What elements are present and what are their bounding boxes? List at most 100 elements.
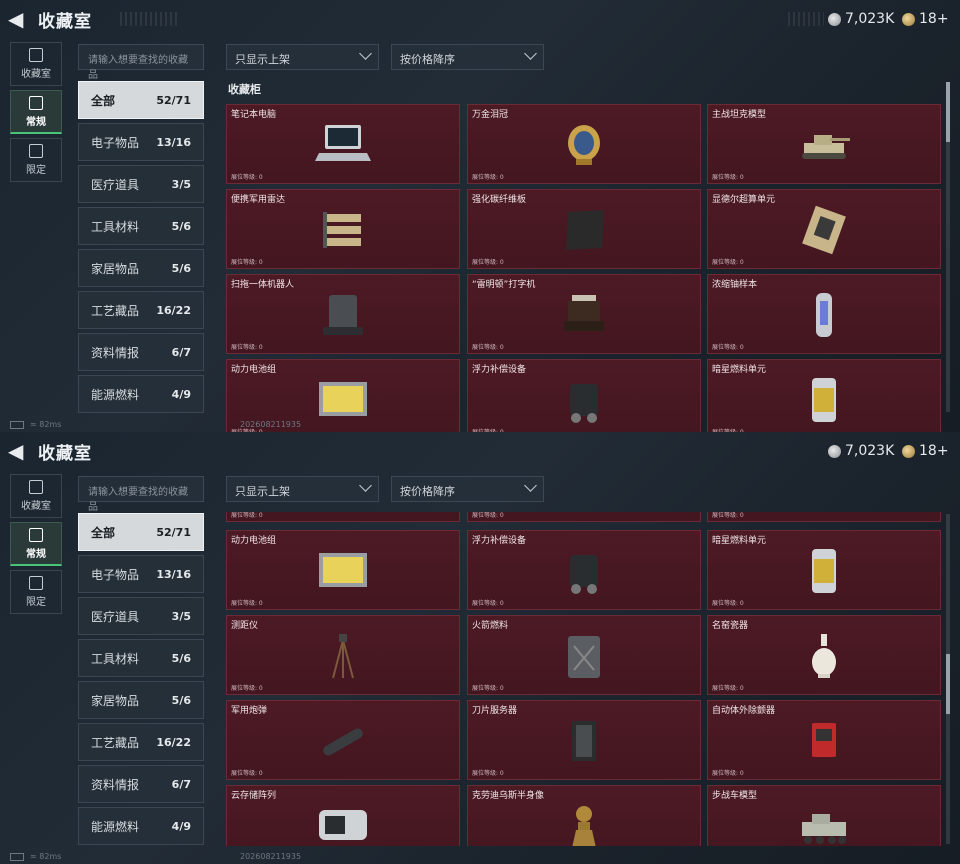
item-card[interactable]: 刀片服务器 展位等级: 0 [467, 700, 701, 780]
back-button[interactable]: ◀ [8, 8, 30, 30]
jerrycan-icon [552, 630, 616, 686]
gold-amount: 18+ [919, 11, 949, 27]
wifi-icon: ≈ [30, 852, 40, 861]
category-label: 能源燃料 [91, 819, 140, 834]
defibrillator-icon [792, 715, 856, 771]
category-label: 家居物品 [91, 693, 140, 708]
back-button[interactable]: ◀ [8, 440, 30, 462]
item-card[interactable]: 强化碳纤维板 展位等级: 0 [467, 189, 701, 269]
top-bar: ◀ 收藏室 7,023K 18+ [0, 432, 960, 470]
category-label: 工具材料 [91, 651, 140, 666]
tab-limited[interactable]: 限定 [10, 138, 62, 182]
category-electronics[interactable]: 电子物品 13/16 [78, 555, 204, 593]
category-crafts[interactable]: 工艺藏品 16/22 [78, 723, 204, 761]
category-medical[interactable]: 医疗道具 3/5 [78, 165, 204, 203]
category-label: 电子物品 [91, 135, 140, 150]
scroll-thumb[interactable] [946, 82, 950, 142]
item-card-partial[interactable]: 展位等级: 0 [707, 512, 941, 522]
display-level: 展位等级: 0 [712, 685, 744, 692]
tab-label: 收藏室 [21, 501, 51, 512]
item-card[interactable]: 浮力补偿设备展位等级: 0 [467, 530, 701, 610]
category-count: 13/16 [156, 135, 191, 149]
item-card[interactable]: 克劳迪乌斯半身像展位等级: 0 [467, 785, 701, 846]
category-tools[interactable]: 工具材料 5/6 [78, 207, 204, 245]
display-level: 展位等级: 0 [712, 770, 744, 777]
category-intel[interactable]: 资料情报 6/7 [78, 333, 204, 371]
item-card[interactable]: 万金泪冠 展位等级: 0 [467, 104, 701, 184]
category-fuel[interactable]: 能源燃料 4/9 [78, 375, 204, 413]
display-level: 展位等级: 0 [231, 259, 263, 266]
tab-collection-room[interactable]: 收藏室 [10, 474, 62, 518]
item-card[interactable]: 便携军用雷达 展位等级: 0 [226, 189, 460, 269]
item-card[interactable]: 步战车模型展位等级: 0 [707, 785, 941, 846]
category-intel[interactable]: 资料情报 6/7 [78, 765, 204, 803]
shelf-filter-dropdown[interactable]: 只显示上架 [226, 44, 379, 70]
category-crafts[interactable]: 工艺藏品 16/22 [78, 291, 204, 329]
gold-currency: 18+ [902, 9, 949, 29]
item-card[interactable]: 自动体外除颤器 展位等级: 0 [707, 700, 941, 780]
item-card[interactable]: 暗星燃料单元展位等级: 0 [707, 530, 941, 610]
category-list: 全部 52/71 电子物品 13/16 医疗道具 3/5 工具材料 5/6 家居物品 5/… [78, 81, 204, 417]
jeweled-egg-icon [552, 119, 616, 175]
item-card[interactable]: “雷明顿”打字机 展位等级: 0 [467, 274, 701, 354]
sort-dropdown[interactable]: 按价格降序 [391, 44, 544, 70]
category-electronics[interactable]: 电子物品 13/16 [78, 123, 204, 161]
silver-amount: 7,023K [845, 11, 895, 27]
display-level: 展位等级: 0 [472, 174, 504, 181]
item-card[interactable]: 笔记本电脑 展位等级: 0 [226, 104, 460, 184]
item-card-partial[interactable]: 展位等级: 0 [226, 512, 460, 522]
item-card[interactable]: 名窑瓷器 展位等级: 0 [707, 615, 941, 695]
category-label: 电子物品 [91, 567, 140, 582]
category-tools[interactable]: 工具材料 5/6 [78, 639, 204, 677]
sort-dropdown[interactable]: 按价格降序 [391, 476, 544, 502]
item-card[interactable]: 浓缩铀样本 展位等级: 0 [707, 274, 941, 354]
item-card[interactable]: 军用炮弹 展位等级: 0 [226, 700, 460, 780]
category-medical[interactable]: 医疗道具 3/5 [78, 597, 204, 635]
shelf-filter-value: 只显示上架 [235, 53, 290, 66]
category-all[interactable]: 全部 52/71 [78, 81, 204, 119]
category-label: 工艺藏品 [91, 303, 140, 318]
rangefinder-icon [311, 630, 375, 686]
item-card[interactable]: 云存储阵列展位等级: 0 [226, 785, 460, 846]
status-bar: ≈ 82ms 2026082119​35 [0, 850, 960, 864]
category-label: 医疗道具 [91, 609, 140, 624]
scroll-thumb[interactable] [946, 654, 950, 714]
scrollbar[interactable] [946, 514, 950, 844]
category-count: 4/9 [171, 387, 191, 401]
display-level: 展位等级: 0 [472, 600, 504, 607]
category-count: 6/7 [171, 777, 191, 791]
category-label: 家居物品 [91, 261, 140, 276]
item-name: 火箭燃料 [472, 621, 509, 631]
item-card[interactable]: 动力电池组展位等级: 0 [226, 530, 460, 610]
gold-amount: 18+ [919, 443, 949, 459]
item-grid: 笔记本电脑 展位等级: 0 万金泪冠 展位等级: 0 主战坦克模型 展位等级: 0 便携军用… [226, 104, 942, 432]
tab-label: 限定 [26, 165, 46, 176]
search-input[interactable]: 请输入想要查找的收藏品 [78, 44, 204, 81]
display-level: 展位等级: 0 [712, 259, 744, 266]
category-fuel[interactable]: 能源燃料 4/9 [78, 807, 204, 845]
category-all[interactable]: 全部 52/71 [78, 513, 204, 551]
tab-regular[interactable]: 常规 [10, 522, 62, 566]
category-label: 资料情报 [91, 345, 140, 360]
search-input[interactable]: 请输入想要查找的收藏品 [78, 476, 204, 513]
network-status: ≈ 82ms [10, 420, 61, 429]
category-household[interactable]: 家居物品 5/6 [78, 249, 204, 287]
battery-icon [10, 852, 24, 861]
tab-limited[interactable]: 限定 [10, 570, 62, 614]
item-card-partial[interactable]: 展位等级: 0 [467, 512, 701, 522]
scrollbar[interactable] [946, 82, 950, 412]
item-grid: 展位等级: 0 展位等级: 0 展位等级: 0 动力电池组 展位等级: 0 浮力补偿设备展… [226, 512, 942, 846]
tab-collection-room[interactable]: 收藏室 [10, 42, 62, 86]
item-card[interactable]: 扫拖一体机器人 展位等级: 0 [226, 274, 460, 354]
shelf-filter-dropdown[interactable]: 只显示上架 [226, 476, 379, 502]
item-card[interactable]: 火箭燃料 展位等级: 0 [467, 615, 701, 695]
item-card[interactable]: 显德尔超算单元 展位等级: 0 [707, 189, 941, 269]
category-household[interactable]: 家居物品 5/6 [78, 681, 204, 719]
item-card[interactable]: 主战坦克模型 展位等级: 0 [707, 104, 941, 184]
tab-regular[interactable]: 常规 [10, 90, 62, 134]
vase-icon [792, 630, 856, 686]
item-card[interactable]: 测距仪 展位等级: 0 [226, 615, 460, 695]
gold-currency: 18+ [902, 441, 949, 461]
ping: 82ms [39, 852, 62, 861]
sort-value: 按价格降序 [400, 485, 455, 498]
